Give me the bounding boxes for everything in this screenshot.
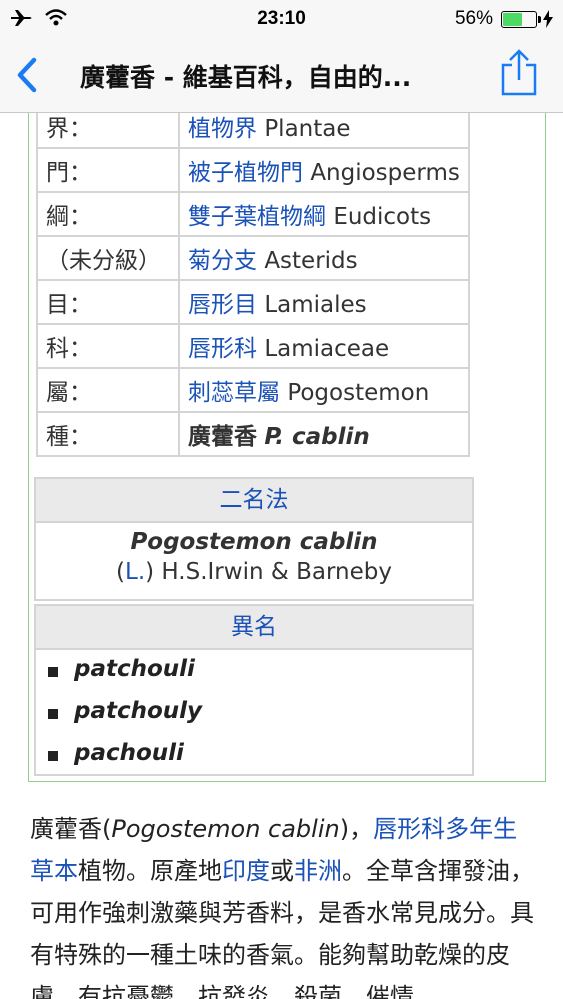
taxonomy-name: 雙子葉植物綱 Eudicots <box>178 191 470 237</box>
synonyms-list: patchouli patchouly pachouli <box>34 648 474 776</box>
taxonomy-rank: 屬： <box>36 367 180 413</box>
taxon-link[interactable]: 雙子葉植物綱 <box>188 204 326 230</box>
link-india[interactable]: 印度 <box>222 857 270 885</box>
taxonomy-row: 科： 唇形科 Lamiaceae <box>36 323 470 369</box>
taxon-link[interactable]: 唇形科 <box>188 336 257 362</box>
taxonomy-rank: 科： <box>36 323 180 369</box>
status-right: 56% <box>455 8 553 30</box>
open-paren: ( <box>116 559 125 585</box>
synonym-item: patchouli <box>48 656 195 682</box>
intro-paragraph: 廣藿香(Pogostemon cablin)，唇形科多年生草本植物。原產地印度或… <box>30 815 534 999</box>
binomial-header[interactable]: 二名法 <box>34 477 474 523</box>
taxonomy-row: 目： 唇形目 Lamiales <box>36 279 470 325</box>
page-title: 廣藿香 - 維基百科，自由的... <box>80 63 412 92</box>
taxon-latin: P. cablin <box>264 424 370 450</box>
taxonomy-row: 屬： 刺蕊草屬 Pogostemon <box>36 367 470 413</box>
taxonomy-rank: 目： <box>36 279 180 325</box>
link-africa[interactable]: 非洲 <box>294 857 342 885</box>
taxonomy-rank: 界： <box>36 113 180 149</box>
charging-icon <box>543 10 553 28</box>
taxon-link[interactable]: 植物界 <box>188 116 257 142</box>
authority-text: ) H.S.Irwin & Barneby <box>145 559 392 585</box>
taxonomy-name: 菊分支 Asterids <box>178 235 470 281</box>
taxonomy-name: 唇形目 Lamiales <box>178 279 470 325</box>
taxon-link[interactable]: 刺蕊草屬 <box>188 380 280 406</box>
article-content: 界： 植物界 Plantae 門： 被子植物門 Angiosperms 綱： 雙子葉植物綱… <box>0 113 563 999</box>
taxon-name: 廣藿香 <box>188 424 257 450</box>
taxonomy-row: 門： 被子植物門 Angiosperms <box>36 147 470 193</box>
taxon-latin: Lamiaceae <box>264 336 390 362</box>
taxonomy-table: 界： 植物界 Plantae 門： 被子植物門 Angiosperms 綱： 雙子葉植物綱… <box>36 113 470 457</box>
taxonomy-name: 被子植物門 Angiosperms <box>178 147 470 193</box>
taxonomy-row: 綱： 雙子葉植物綱 Eudicots <box>36 191 470 237</box>
back-chevron-icon[interactable] <box>12 56 42 94</box>
taxonomy-row: 界： 植物界 Plantae <box>36 113 470 149</box>
navigation-bar: 廣藿香 - 維基百科，自由的... <box>0 38 563 113</box>
taxonomy-row: （未分級） 菊分支 Asterids <box>36 235 470 281</box>
synonyms-header[interactable]: 異名 <box>34 604 474 650</box>
binomial-box: Pogostemon cablin (L.) H.S.Irwin & Barne… <box>34 521 474 601</box>
link-lamiaceae[interactable]: 唇形科 <box>373 815 445 843</box>
binomial-authority-line: (L.) H.S.Irwin & Barneby <box>36 559 472 585</box>
author-link[interactable]: L. <box>125 559 145 585</box>
taxon-link[interactable]: 菊分支 <box>188 248 257 274</box>
taxonomy-row: 種： 廣藿香 P. cablin <box>36 411 470 457</box>
battery-fill <box>503 12 523 26</box>
taxon-link[interactable]: 被子植物門 <box>188 160 303 186</box>
taxonomy-rank: （未分級） <box>36 235 180 281</box>
taxonomy-name: 唇形科 Lamiaceae <box>178 323 470 369</box>
taxon-latin: Asterids <box>264 248 358 274</box>
taxon-latin: Eudicots <box>333 204 432 230</box>
binomial-name: Pogostemon cablin <box>130 529 378 555</box>
synonym-item: pachouli <box>48 740 184 766</box>
taxon-latin: Lamiales <box>264 292 367 318</box>
share-icon[interactable] <box>499 48 539 98</box>
battery-percent: 56% <box>454 8 493 29</box>
taxonomy-name: 植物界 Plantae <box>178 113 470 149</box>
taxonomy-rank: 種： <box>36 411 180 457</box>
battery-cap <box>538 15 541 23</box>
taxon-latin: Plantae <box>264 116 351 142</box>
taxonomy-rank: 門： <box>36 147 180 193</box>
taxon-link[interactable]: 唇形目 <box>188 292 257 318</box>
status-bar: 23:10 56% <box>0 0 563 38</box>
taxon-latin: Pogostemon <box>287 380 430 406</box>
taxonomy-rank: 綱： <box>36 191 180 237</box>
battery-icon <box>501 10 541 28</box>
taxon-latin: Angiosperms <box>310 160 460 186</box>
taxonomy-name: 廣藿香 P. cablin <box>178 411 470 457</box>
taxonomy-name: 刺蕊草屬 Pogostemon <box>178 367 470 413</box>
synonym-item: patchouly <box>48 698 202 724</box>
